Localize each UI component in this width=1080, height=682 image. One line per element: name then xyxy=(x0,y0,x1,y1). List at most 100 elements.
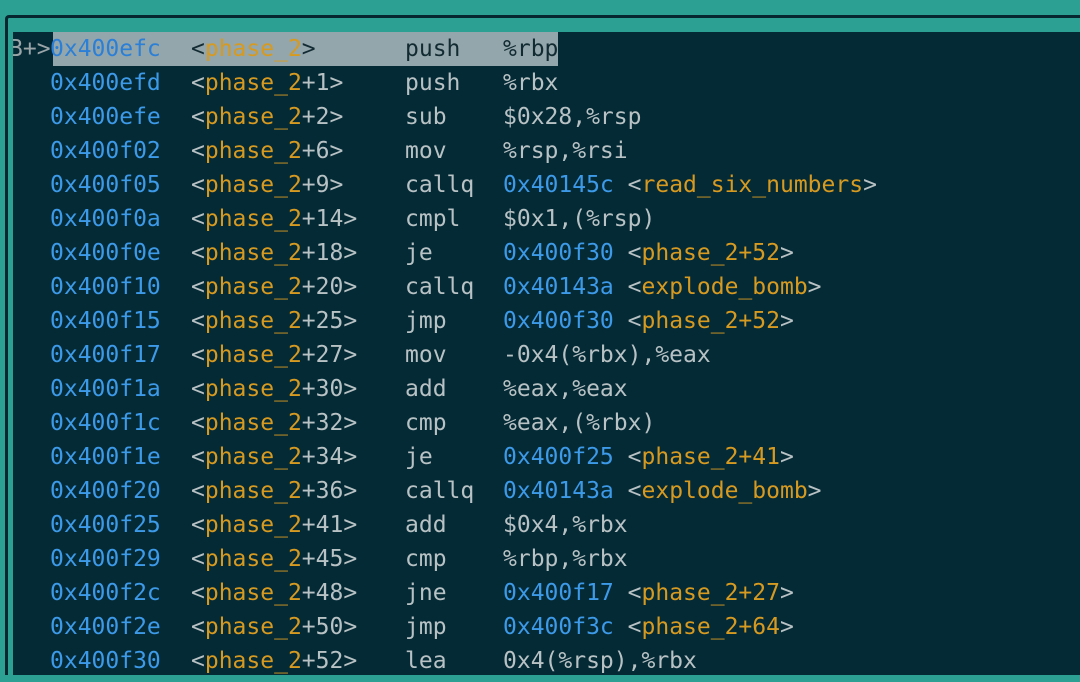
symbol-open-bracket: < xyxy=(191,444,205,470)
branch-target-address[interactable]: 0x400f30 xyxy=(503,308,614,334)
branch-target-address[interactable]: 0x40143a xyxy=(503,478,614,504)
symbol-name: phase_2 xyxy=(204,342,302,368)
disassembly-line[interactable]: 0x400f1c <phase_2+32> cmp %eax,(%rbx) xyxy=(13,406,1080,440)
instruction-mnemonic: cmpl xyxy=(405,206,461,232)
symbol-open-bracket: < xyxy=(191,478,205,504)
breakpoint-marker[interactable]: B+> xyxy=(13,32,53,66)
disassembly-line[interactable]: 0x400f0a <phase_2+14> cmpl $0x1,(%rsp) xyxy=(13,202,1080,236)
instruction-address: 0x400f29 xyxy=(50,546,161,572)
symbol-close-bracket: > xyxy=(329,172,344,198)
symbol-name: phase_2 xyxy=(204,478,302,504)
instruction-mnemonic: add xyxy=(405,512,447,538)
symbol-offset: <phase_2+36> xyxy=(191,474,357,508)
disassembly-line[interactable]: 0x400f2e <phase_2+50> jmp 0x400f3c <phase_2… xyxy=(13,610,1080,644)
symbol-open-bracket: < xyxy=(191,546,205,572)
instruction-mnemonic: lea xyxy=(405,648,447,674)
disassembly-line[interactable]: 0x400f2c <phase_2+48> jne 0x400f17 <phase_2… xyxy=(13,576,1080,610)
instruction-operands: 0x400f17 <phase_2+27> xyxy=(503,576,794,610)
symbol-name: phase_2 xyxy=(204,444,302,470)
symbol-offset-value: +52 xyxy=(301,648,344,674)
branch-target-open-bracket: < xyxy=(627,172,642,198)
disassembly-line[interactable]: 0x400f17 <phase_2+27> mov -0x4(%rbx),%eax xyxy=(13,338,1080,372)
symbol-open-bracket: < xyxy=(191,410,205,436)
disassembly-line[interactable]: 0x400f02 <phase_2+6> mov %rsp,%rsi xyxy=(13,134,1080,168)
instruction-operands: 0x40143a <explode_bomb> xyxy=(503,270,822,304)
symbol-name: phase_2 xyxy=(204,614,302,640)
symbol-offset: <phase_2+2> xyxy=(191,100,343,134)
instruction-address: 0x400f17 xyxy=(50,342,161,368)
symbol-close-bracket: > xyxy=(301,36,316,62)
branch-target-symbol[interactable]: phase_2+27 xyxy=(642,580,780,606)
symbol-offset: <phase_2+45> xyxy=(191,542,357,576)
branch-target-symbol[interactable]: read_six_numbers xyxy=(642,172,864,198)
branch-target-symbol[interactable]: phase_2+52 xyxy=(642,240,780,266)
symbol-open-bracket: < xyxy=(191,308,205,334)
instruction-mnemonic: je xyxy=(405,444,433,470)
disassembly-line[interactable]: 0x400f29 <phase_2+45> cmp %rbp,%rbx xyxy=(13,542,1080,576)
instruction-mnemonic: jmp xyxy=(405,308,447,334)
branch-target-close-bracket: > xyxy=(779,580,794,606)
disassembly-line[interactable]: 0x400f15 <phase_2+25> jmp 0x400f30 <phase_2… xyxy=(13,304,1080,338)
instruction-operands: 0x400f3c <phase_2+64> xyxy=(503,610,794,644)
disassembly-line[interactable]: 0x400f30 <phase_2+52> lea 0x4(%rsp),%rbx xyxy=(13,644,1080,675)
instruction-address: 0x400f1a xyxy=(50,376,161,402)
symbol-offset: <phase_2+41> xyxy=(191,508,357,542)
branch-target-address[interactable]: 0x400f3c xyxy=(503,614,614,640)
branch-target-close-bracket: > xyxy=(807,274,822,300)
disassembly-panel[interactable]: B+> 0x400efc <phase_2> push %rbp 0x400efd <pha… xyxy=(13,32,1080,675)
symbol-offset-value: +30 xyxy=(301,376,344,402)
disassembly-line[interactable]: 0x400f25 <phase_2+41> add $0x4,%rbx xyxy=(13,508,1080,542)
instruction-mnemonic: cmp xyxy=(405,410,447,436)
symbol-offset-value: +25 xyxy=(301,308,344,334)
symbol-close-bracket: > xyxy=(329,70,344,96)
instruction-mnemonic: mov xyxy=(405,138,447,164)
branch-target-address[interactable]: 0x400f30 xyxy=(503,240,614,266)
instruction-address: 0x400f2e xyxy=(50,614,161,640)
symbol-name: phase_2 xyxy=(204,274,302,300)
disassembly-line[interactable]: 0x400f10 <phase_2+20> callq 0x40143a <explo… xyxy=(13,270,1080,304)
instruction-mnemonic: callq xyxy=(405,478,475,504)
branch-target-address[interactable]: 0x400f25 xyxy=(503,444,614,470)
instruction-operands: 0x400f30 <phase_2+52> xyxy=(503,236,794,270)
branch-target-open-bracket: < xyxy=(627,308,642,334)
symbol-close-bracket: > xyxy=(343,444,358,470)
disassembly-line[interactable]: 0x400f05 <phase_2+9> callq 0x40145c <read_s… xyxy=(13,168,1080,202)
symbol-name: phase_2 xyxy=(204,410,302,436)
instruction-address: 0x400f10 xyxy=(50,274,161,300)
disassembly-line[interactable]: B+> 0x400efc <phase_2> push %rbp xyxy=(13,32,1080,66)
window-frame: B+> 0x400efc <phase_2> push %rbp 0x400efd <pha… xyxy=(0,0,1080,682)
symbol-name: phase_2 xyxy=(204,308,302,334)
instruction-mnemonic: je xyxy=(405,240,433,266)
branch-target-symbol[interactable]: phase_2+52 xyxy=(642,308,780,334)
instruction-operands: 0x400f25 <phase_2+41> xyxy=(503,440,794,474)
branch-target-address[interactable]: 0x40145c xyxy=(503,172,614,198)
branch-target-symbol[interactable]: explode_bomb xyxy=(642,274,808,300)
branch-target-symbol[interactable]: phase_2+41 xyxy=(642,444,780,470)
disassembly-line[interactable]: 0x400f20 <phase_2+36> callq 0x40143a < explo… xyxy=(13,474,1080,508)
instruction-address: 0x400f1c xyxy=(50,410,161,436)
symbol-offset: <phase_2+20> xyxy=(191,270,357,304)
disassembly-line[interactable]: 0x400efe <phase_2+2> sub $0x28,%rsp xyxy=(13,100,1080,134)
branch-target-symbol[interactable]: phase_2+64 xyxy=(642,614,780,640)
instruction-mnemonic: push xyxy=(405,70,461,96)
symbol-close-bracket: > xyxy=(343,546,358,572)
symbol-offset-value: +32 xyxy=(301,410,344,436)
branch-target-address[interactable]: 0x400f17 xyxy=(503,580,614,606)
instruction-operands: -0x4(%rbx),%eax xyxy=(503,342,711,368)
symbol-open-bracket: < xyxy=(191,580,205,606)
symbol-offset: <phase_2> xyxy=(191,32,316,66)
instruction-operands: $0x4,%rbx xyxy=(503,512,628,538)
disassembly-line[interactable]: 0x400efd <phase_2+1> push %rbx xyxy=(13,66,1080,100)
symbol-close-bracket: > xyxy=(343,410,358,436)
instruction-address: 0x400f02 xyxy=(50,138,161,164)
instruction-address: 0x400f20 xyxy=(50,478,161,504)
branch-target-symbol[interactable]: explode_bomb xyxy=(642,478,808,504)
disassembly-line[interactable]: 0x400f1e <phase_2+34> je 0x400f25 <phase_2+… xyxy=(13,440,1080,474)
symbol-open-bracket: < xyxy=(191,614,205,640)
symbol-close-bracket: > xyxy=(343,512,358,538)
disassembly-line[interactable]: 0x400f1a <phase_2+30> add %eax,%eax xyxy=(13,372,1080,406)
instruction-address: 0x400efd xyxy=(50,70,161,96)
symbol-open-bracket: < xyxy=(191,36,205,62)
disassembly-line[interactable]: 0x400f0e <phase_2+18> je 0x400f30 <phase_2+… xyxy=(13,236,1080,270)
branch-target-address[interactable]: 0x40143a xyxy=(503,274,614,300)
